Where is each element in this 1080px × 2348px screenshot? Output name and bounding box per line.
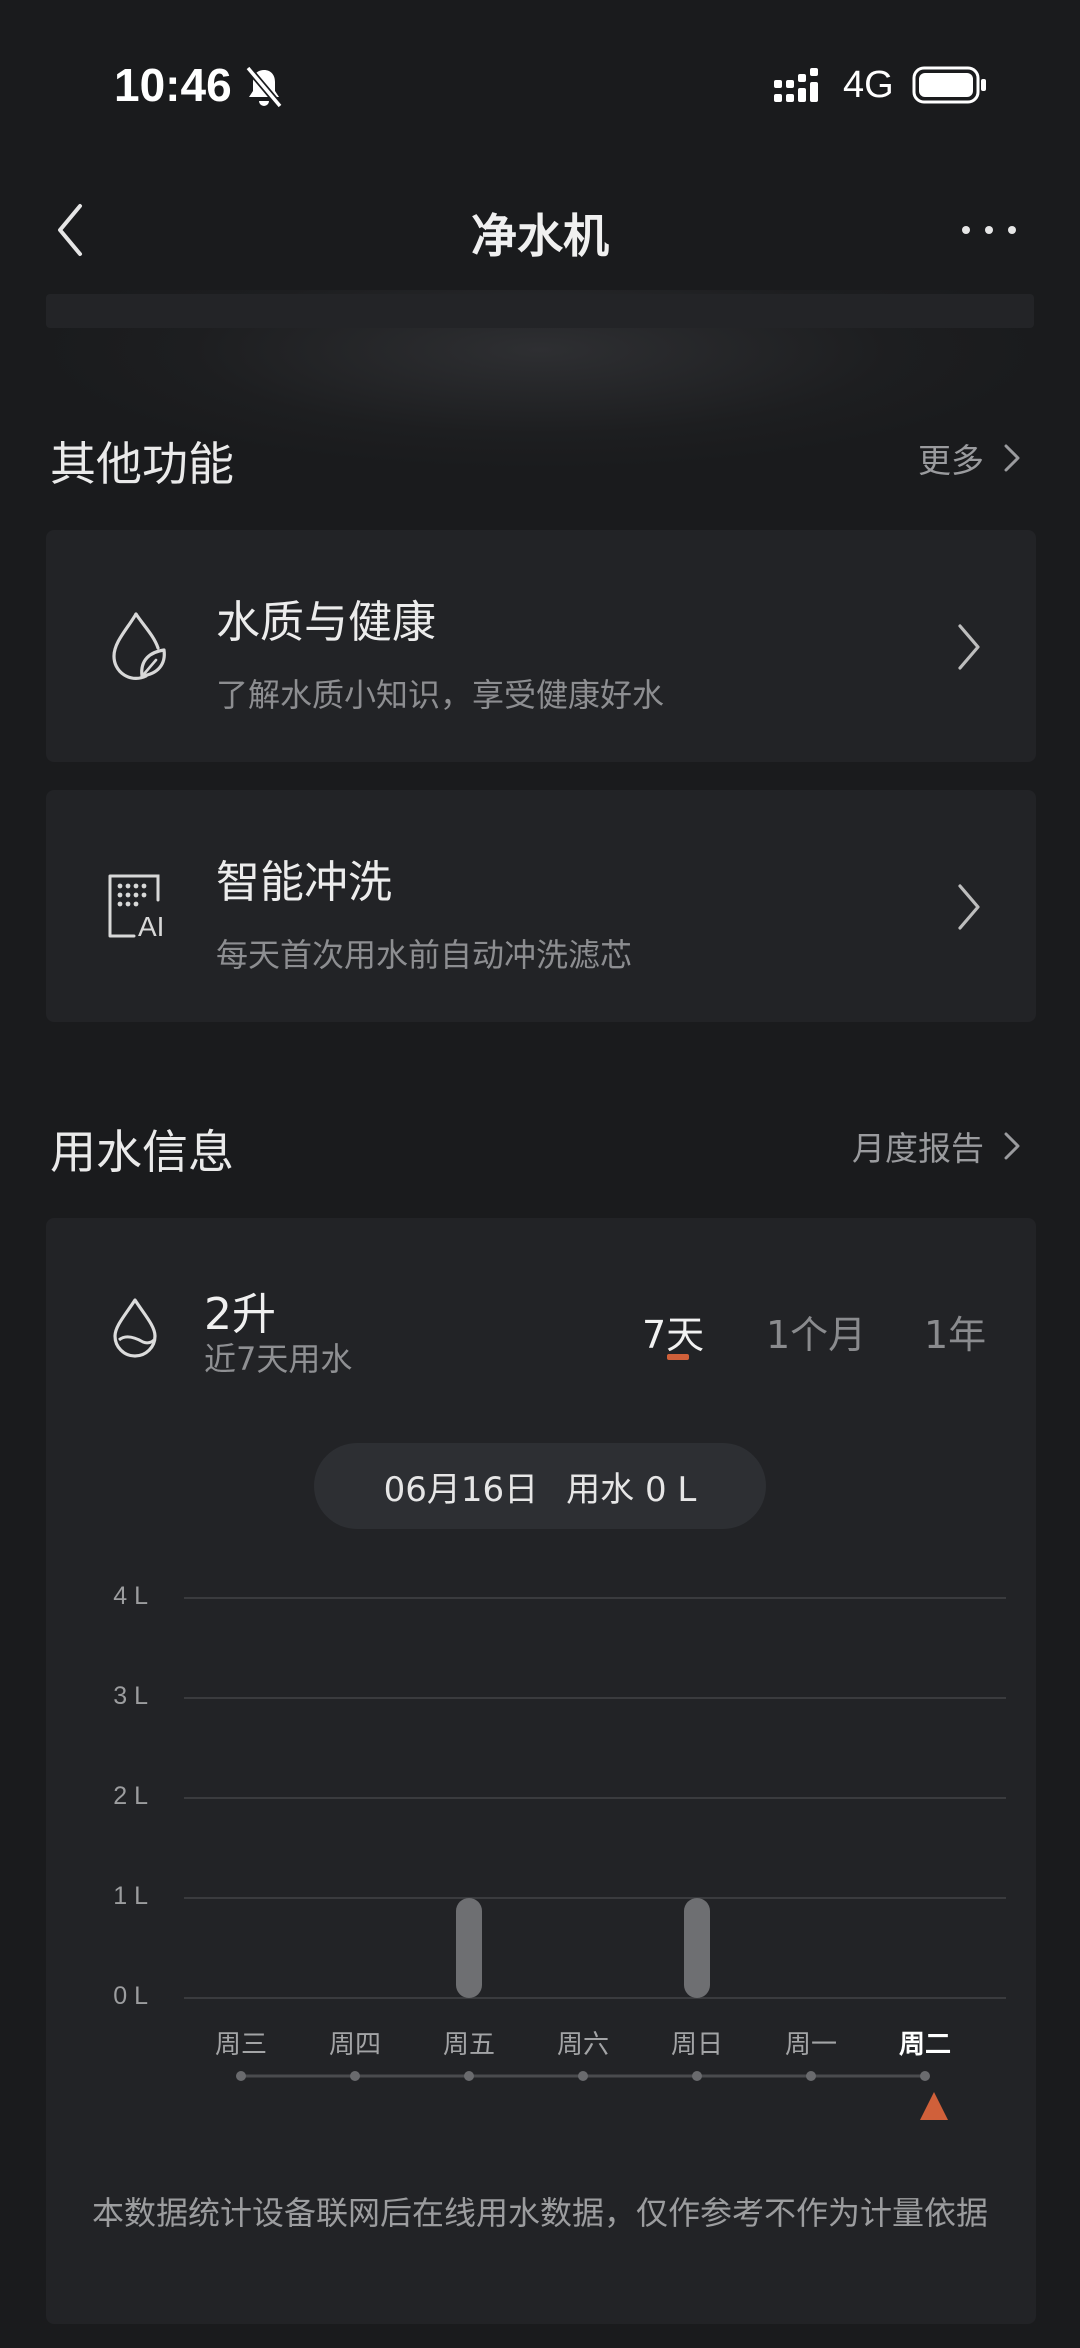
x-tick-label[interactable]: 周一 [761,2024,861,2061]
y-tick-label: 3 L [113,1682,148,1710]
timeline-dot [920,2071,930,2081]
timeline-dot [806,2071,816,2081]
bar-周日[interactable] [684,1898,710,1998]
timeline-dot [464,2071,474,2081]
x-tick-label[interactable]: 周二 [875,2024,975,2061]
x-tick-label[interactable]: 周日 [647,2024,747,2061]
x-tick-label[interactable]: 周四 [305,2024,405,2061]
timeline-dot [692,2071,702,2081]
y-tick-label: 4 L [113,1582,148,1610]
selected-day-marker [920,2092,948,2120]
bar-周五[interactable] [456,1898,482,1998]
x-tick-label[interactable]: 周三 [191,2024,291,2061]
chart-svg [184,1597,1006,2120]
y-tick-label: 2 L [113,1782,148,1810]
x-tick-label[interactable]: 周六 [533,2024,633,2061]
y-tick-label: 0 L [113,1982,148,2010]
water-usage-chart: 0 L 1 L 2 L 3 L 4 L 周三 周四 周五 周六 周日 周一 周二 [0,0,1080,2348]
x-tick-label[interactable]: 周五 [419,2024,519,2061]
timeline-dot [578,2071,588,2081]
data-disclaimer: 本数据统计设备联网后在线用水数据，仅作参考不作为计量依据 [92,2194,989,2232]
timeline-dot [236,2071,246,2081]
timeline-dot [350,2071,360,2081]
y-tick-label: 1 L [113,1882,148,1910]
